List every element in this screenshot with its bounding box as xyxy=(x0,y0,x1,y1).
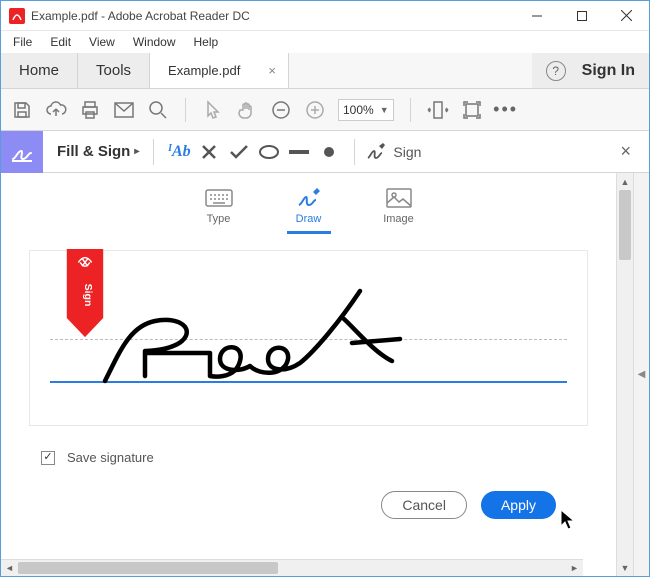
sign-tool-label: Sign xyxy=(393,144,421,160)
checkmark-tool[interactable] xyxy=(224,144,254,160)
scroll-left-arrow[interactable]: ◄ xyxy=(1,560,18,576)
mode-type-label: Type xyxy=(207,213,231,225)
fill-sign-label: Fill & Sign xyxy=(57,143,130,160)
zoom-in-icon[interactable] xyxy=(304,99,326,121)
close-window-button[interactable] xyxy=(604,1,649,31)
scroll-down-arrow[interactable]: ▼ xyxy=(617,559,633,576)
save-icon[interactable] xyxy=(11,99,33,121)
tab-home[interactable]: Home xyxy=(1,53,78,88)
scroll-up-arrow[interactable]: ▲ xyxy=(617,173,633,190)
zoom-select[interactable]: 100% ▼ xyxy=(338,99,394,121)
image-icon xyxy=(385,187,413,209)
email-icon[interactable] xyxy=(113,99,135,121)
menu-view[interactable]: View xyxy=(81,33,123,51)
save-signature-checkbox[interactable] xyxy=(41,451,55,465)
sign-tool[interactable]: Sign xyxy=(365,142,421,162)
dialog-button-row: Cancel Apply xyxy=(1,491,556,519)
menu-file[interactable]: File xyxy=(5,33,40,51)
main-toolbar: 100% ▼ ••• xyxy=(1,89,649,131)
scroll-v-thumb[interactable] xyxy=(619,190,631,260)
print-icon[interactable] xyxy=(79,99,101,121)
pointer-icon[interactable] xyxy=(202,99,224,121)
fit-width-icon[interactable] xyxy=(427,99,449,121)
scroll-h-thumb[interactable] xyxy=(18,562,278,574)
fill-sign-app-icon[interactable] xyxy=(1,131,43,173)
mode-image-label: Image xyxy=(383,213,414,225)
scroll-right-arrow[interactable]: ► xyxy=(566,560,583,576)
help-icon[interactable]: ? xyxy=(546,61,566,81)
tab-document-label: Example.pdf xyxy=(168,63,240,78)
vertical-scrollbar[interactable]: ▲ ▼ xyxy=(616,173,633,576)
more-tools-icon[interactable]: ••• xyxy=(495,99,517,121)
cancel-button[interactable]: Cancel xyxy=(381,491,467,519)
signature-mode-selector: Type Draw Image xyxy=(1,181,616,244)
window-title: Example.pdf - Adobe Acrobat Reader DC xyxy=(31,9,250,23)
mode-type[interactable]: Type xyxy=(194,187,244,234)
tab-row: Home Tools Example.pdf × ? Sign In xyxy=(1,53,649,89)
mode-draw[interactable]: Draw xyxy=(284,187,334,234)
hand-icon[interactable] xyxy=(236,99,258,121)
content-area: Type Draw Image xyxy=(1,173,649,576)
side-panel-toggle[interactable]: ◀ xyxy=(633,173,649,576)
fill-sign-dropdown[interactable]: Fill & Sign ▸ xyxy=(43,143,143,160)
fit-page-icon[interactable] xyxy=(461,99,483,121)
zoom-out-icon[interactable] xyxy=(270,99,292,121)
minimize-button[interactable] xyxy=(514,1,559,31)
mode-image[interactable]: Image xyxy=(374,187,424,234)
search-icon[interactable] xyxy=(147,99,169,121)
chevron-down-icon: ▸ xyxy=(134,146,139,157)
chevron-down-icon: ▼ xyxy=(380,105,389,115)
signature-drawing xyxy=(100,281,480,391)
tab-document[interactable]: Example.pdf × xyxy=(150,53,289,88)
menubar: File Edit View Window Help xyxy=(1,31,649,53)
sign-ribbon: Sign xyxy=(66,249,104,341)
dot-tool[interactable] xyxy=(314,146,344,158)
chevron-left-icon: ◀ xyxy=(638,369,646,380)
mode-draw-label: Draw xyxy=(296,213,322,225)
maximize-button[interactable] xyxy=(559,1,604,31)
mouse-cursor-icon xyxy=(560,509,578,531)
tab-tools[interactable]: Tools xyxy=(78,53,150,88)
horizontal-scrollbar[interactable]: ◄ ► xyxy=(1,559,583,576)
acrobat-app-icon xyxy=(9,8,25,24)
menu-edit[interactable]: Edit xyxy=(42,33,79,51)
menu-help[interactable]: Help xyxy=(186,33,227,51)
cloud-upload-icon[interactable] xyxy=(45,99,67,121)
keyboard-icon xyxy=(205,187,233,209)
line-tool[interactable] xyxy=(284,149,314,155)
add-text-tool[interactable]: IAb xyxy=(164,143,194,161)
zoom-value: 100% xyxy=(343,103,374,117)
svg-text:Sign: Sign xyxy=(82,284,94,307)
titlebar: Example.pdf - Adobe Acrobat Reader DC xyxy=(1,1,649,31)
circle-tool[interactable] xyxy=(254,144,284,160)
tab-close-icon[interactable]: × xyxy=(268,63,276,78)
close-toolbar-icon[interactable]: × xyxy=(614,141,637,162)
save-signature-label: Save signature xyxy=(67,450,154,465)
apply-button[interactable]: Apply xyxy=(481,491,556,519)
signature-canvas[interactable]: Sign xyxy=(29,250,588,426)
fill-sign-toolbar: Fill & Sign ▸ IAb Sign × xyxy=(1,131,649,173)
sign-in-button[interactable]: Sign In xyxy=(582,62,635,80)
x-mark-tool[interactable] xyxy=(194,143,224,161)
menu-window[interactable]: Window xyxy=(125,33,184,51)
draw-icon xyxy=(295,187,323,209)
save-signature-row: Save signature xyxy=(41,450,616,465)
